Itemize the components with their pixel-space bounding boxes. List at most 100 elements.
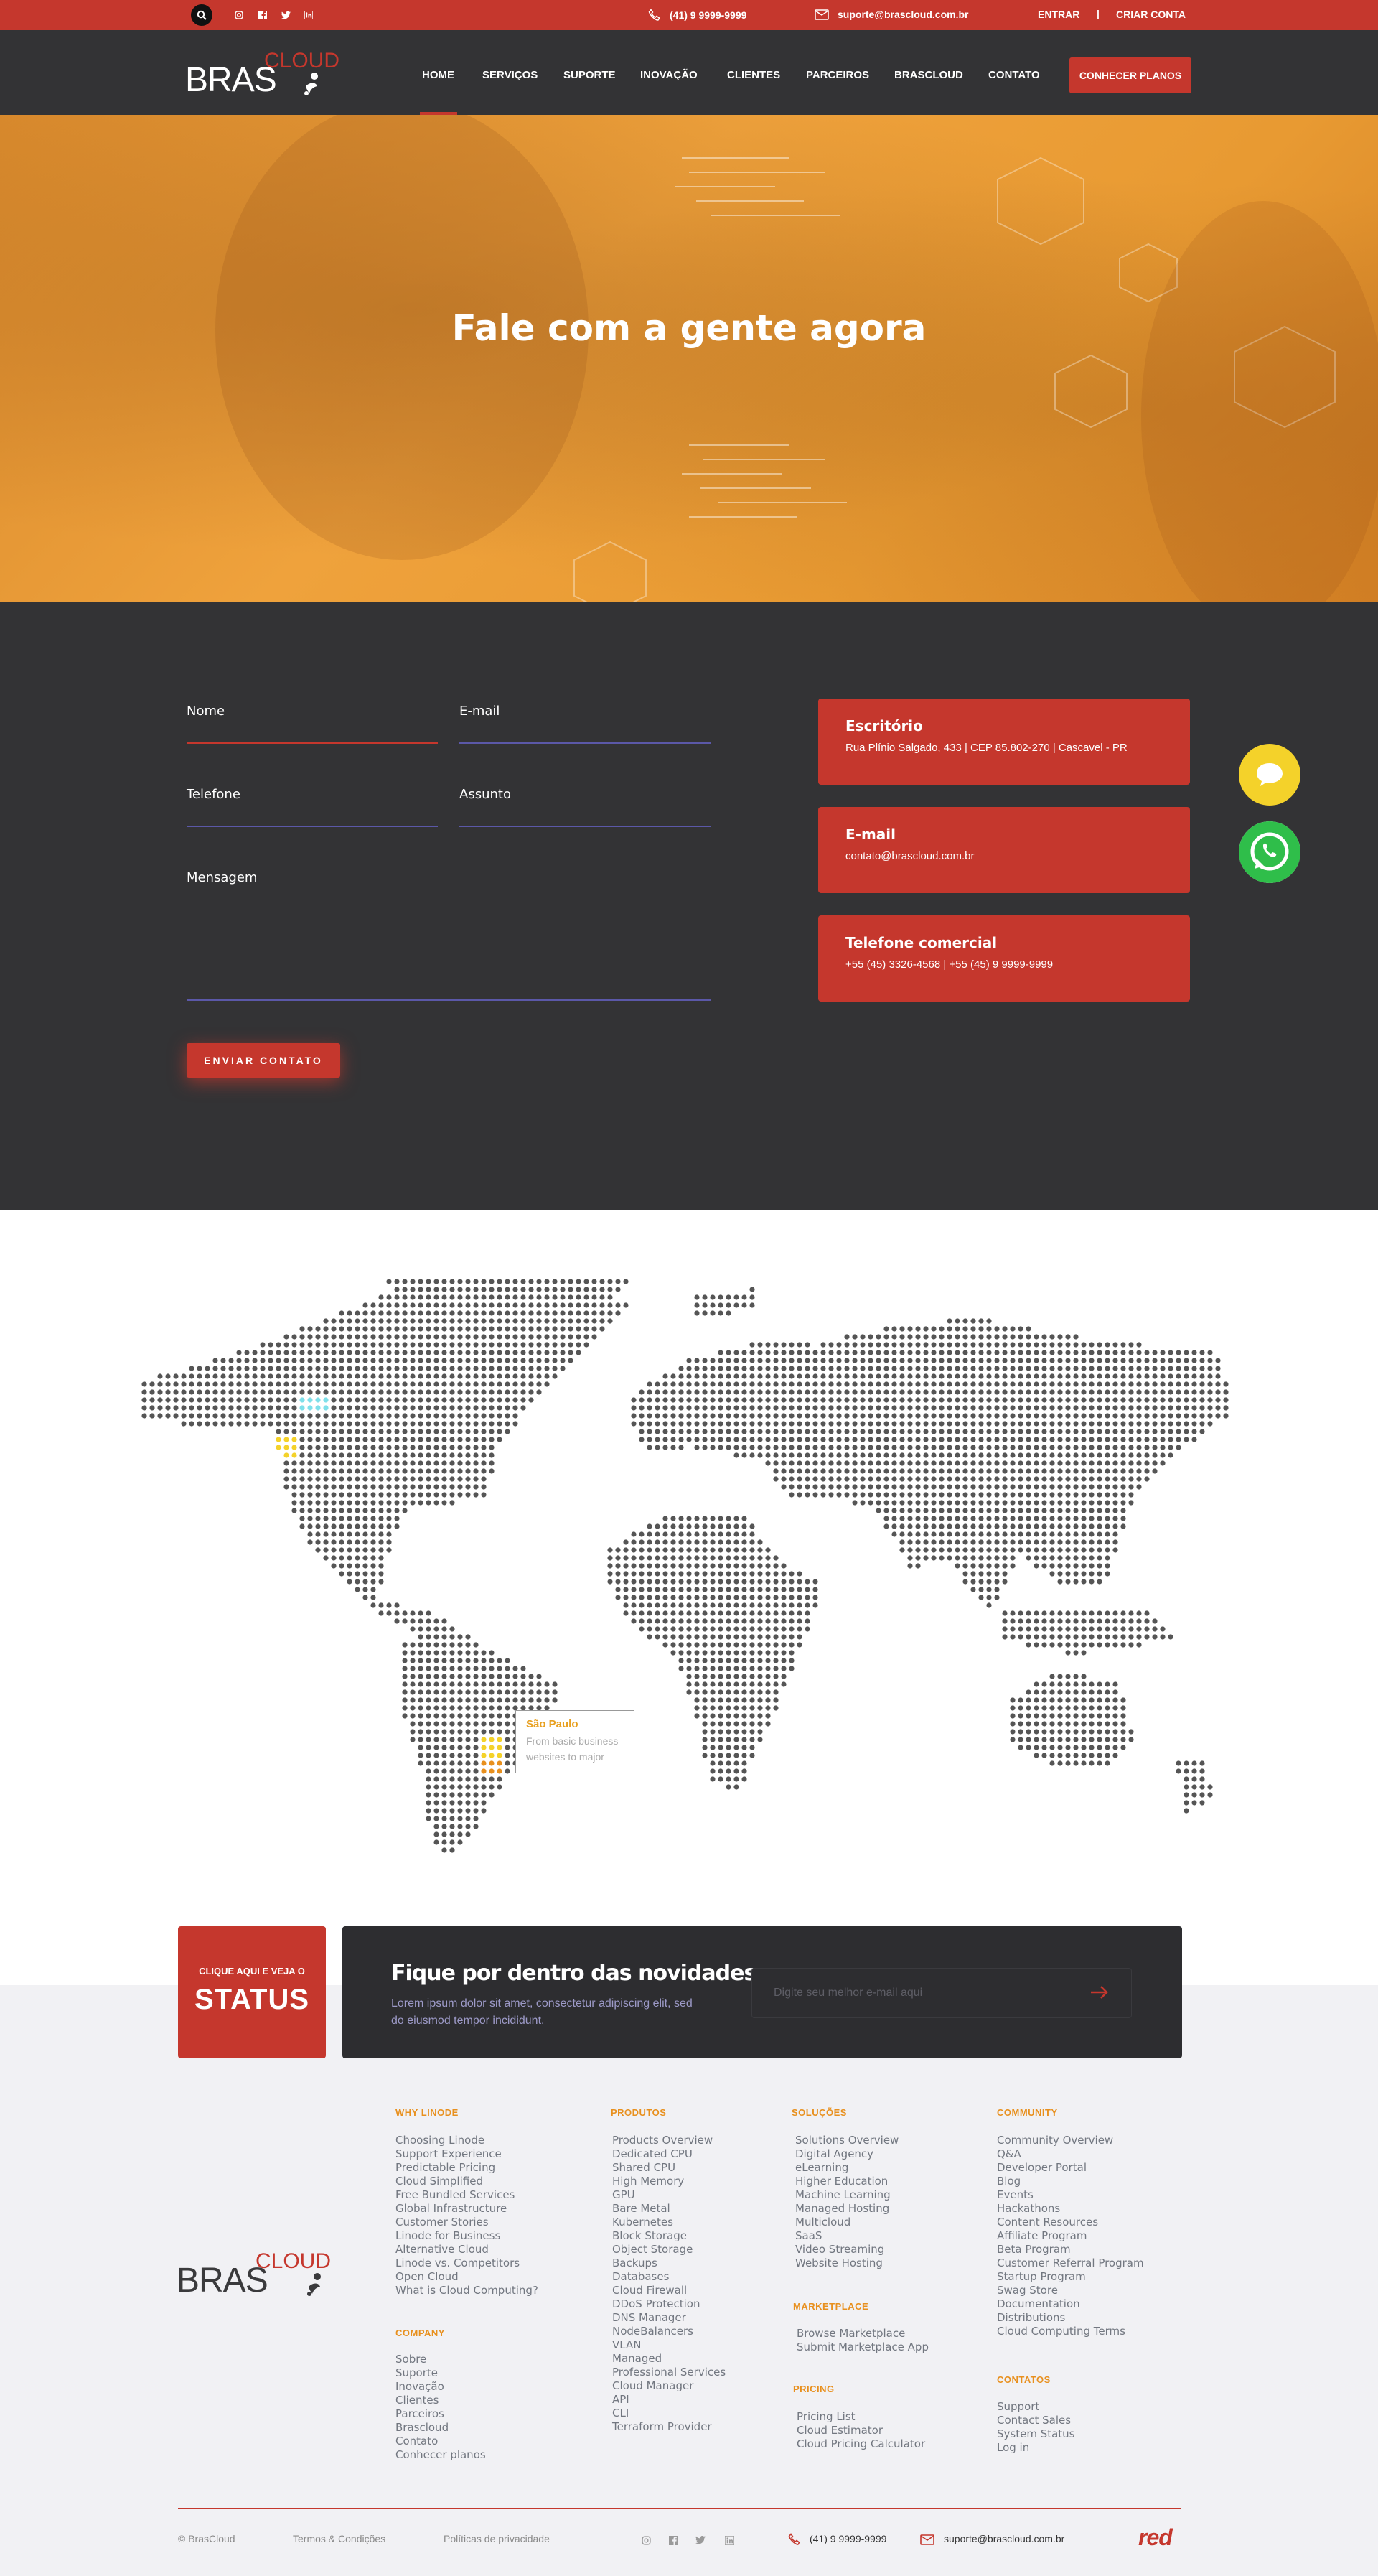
red-logo[interactable]: red xyxy=(1138,2524,1173,2551)
footer-products-link[interactable]: GPU xyxy=(612,2188,726,2202)
instagram-icon[interactable] xyxy=(233,9,245,21)
footer-products-link[interactable]: Backups xyxy=(612,2257,726,2270)
arrow-right-icon[interactable] xyxy=(1090,1985,1109,1999)
footer-pricing-link[interactable]: Pricing List xyxy=(797,2410,925,2424)
nav-inovacao[interactable]: INOVAÇÃO xyxy=(640,69,698,81)
footer-products-link[interactable]: Terraform Provider xyxy=(612,2420,726,2434)
footer-products-link[interactable]: Object Storage xyxy=(612,2243,726,2257)
footer-products-link[interactable]: Kubernetes xyxy=(612,2216,726,2229)
footer-community-link[interactable]: Hackathons xyxy=(997,2202,1144,2216)
message-field[interactable] xyxy=(187,999,711,1001)
footer-why-link[interactable]: Open Cloud xyxy=(395,2270,538,2284)
footer-solutions-link[interactable]: Video Streaming xyxy=(795,2243,899,2257)
footer-products-link[interactable]: Cloud Firewall xyxy=(612,2284,726,2297)
footer-community-link[interactable]: Events xyxy=(997,2188,1144,2202)
footer-community-link[interactable]: Community Overview xyxy=(997,2134,1144,2147)
footer-why-link[interactable]: Linode for Business xyxy=(395,2229,538,2243)
footer-pricing-link[interactable]: Cloud Estimator xyxy=(797,2424,925,2437)
newsletter-email-input[interactable] xyxy=(751,1968,1132,2018)
signup-link[interactable]: CRIAR CONTA xyxy=(1116,9,1186,20)
nav-brascloud[interactable]: BRASCLOUD xyxy=(894,69,963,81)
phone-card-text[interactable]: +55 (45) 3326-4568 | +55 (45) 9 9999-999… xyxy=(845,958,1163,971)
footer-solutions-link[interactable]: Managed Hosting xyxy=(795,2202,899,2216)
footer-products-link[interactable]: VLAN xyxy=(612,2338,726,2352)
footer-products-link[interactable]: Shared CPU xyxy=(612,2161,726,2175)
footer-why-link[interactable]: Free Bundled Services xyxy=(395,2188,538,2202)
footer-company-link[interactable]: Brascloud xyxy=(395,2421,486,2435)
footer-company-link[interactable]: Contato xyxy=(395,2435,486,2448)
footer-products-link[interactable]: Dedicated CPU xyxy=(612,2147,726,2161)
footer-products-link[interactable]: Products Overview xyxy=(612,2134,726,2147)
footer-community-link[interactable]: Beta Program xyxy=(997,2243,1144,2257)
footer-community-link[interactable]: Documentation xyxy=(997,2297,1144,2311)
chat-button[interactable] xyxy=(1239,744,1300,806)
footer-logo[interactable]: BRAS CLOUD xyxy=(177,2249,331,2301)
footer-company-link[interactable]: Suporte xyxy=(395,2366,486,2380)
footer-company-link[interactable]: Sobre xyxy=(395,2353,486,2366)
footer-marketplace-link[interactable]: Browse Marketplace xyxy=(797,2327,929,2341)
name-field[interactable] xyxy=(187,742,438,744)
footer-why-link[interactable]: What is Cloud Computing? xyxy=(395,2284,538,2297)
footer-products-link[interactable]: Databases xyxy=(612,2270,726,2284)
nav-suporte[interactable]: SUPORTE xyxy=(563,69,616,81)
footer-linkedin-icon[interactable] xyxy=(723,2534,735,2546)
facebook-icon[interactable] xyxy=(257,9,268,21)
footer-facebook-icon[interactable] xyxy=(667,2534,679,2546)
email-field[interactable] xyxy=(459,742,711,744)
footer-marketplace-link[interactable]: Submit Marketplace App xyxy=(797,2341,929,2354)
footer-community-link[interactable]: Cloud Computing Terms xyxy=(997,2325,1144,2338)
phone-field[interactable] xyxy=(187,826,438,827)
footer-community-link[interactable]: Customer Referral Program xyxy=(997,2257,1144,2270)
footer-why-link[interactable]: Global Infrastructure xyxy=(395,2202,538,2216)
privacy-link[interactable]: Políticas de privacidade xyxy=(444,2533,550,2544)
twitter-icon[interactable] xyxy=(280,9,291,21)
footer-why-link[interactable]: Support Experience xyxy=(395,2147,538,2161)
footer-contacts-link[interactable]: System Status xyxy=(997,2427,1075,2441)
footer-contacts-link[interactable]: Log in xyxy=(997,2441,1075,2455)
footer-pricing-link[interactable]: Cloud Pricing Calculator xyxy=(797,2437,925,2451)
nav-contato[interactable]: CONTATO xyxy=(988,69,1040,81)
footer-community-link[interactable]: Blog xyxy=(997,2175,1144,2188)
footer-why-link[interactable]: Alternative Cloud xyxy=(395,2243,538,2257)
footer-why-link[interactable]: Cloud Simplified xyxy=(395,2175,538,2188)
footer-products-link[interactable]: Managed xyxy=(612,2352,726,2366)
footer-solutions-link[interactable]: Multicloud xyxy=(795,2216,899,2229)
footer-twitter-icon[interactable] xyxy=(695,2534,706,2546)
topbar-email[interactable]: suporte@brascloud.com.br xyxy=(815,9,968,20)
footer-products-link[interactable]: CLI xyxy=(612,2407,726,2420)
whatsapp-button[interactable] xyxy=(1239,821,1300,883)
footer-solutions-link[interactable]: Solutions Overview xyxy=(795,2134,899,2147)
nav-home[interactable]: HOME xyxy=(422,69,454,81)
footer-products-link[interactable]: Professional Services xyxy=(612,2366,726,2379)
linkedin-icon[interactable] xyxy=(303,9,314,21)
footer-why-link[interactable]: Choosing Linode xyxy=(395,2134,538,2147)
footer-community-link[interactable]: Content Resources xyxy=(997,2216,1144,2229)
footer-community-link[interactable]: Affiliate Program xyxy=(997,2229,1144,2243)
footer-products-link[interactable]: Bare Metal xyxy=(612,2202,726,2216)
footer-community-link[interactable]: Startup Program xyxy=(997,2270,1144,2284)
footer-products-link[interactable]: NodeBalancers xyxy=(612,2325,726,2338)
search-button[interactable] xyxy=(191,4,212,26)
footer-products-link[interactable]: DNS Manager xyxy=(612,2311,726,2325)
footer-products-link[interactable]: High Memory xyxy=(612,2175,726,2188)
footer-products-link[interactable]: Block Storage xyxy=(612,2229,726,2243)
nav-servicos[interactable]: SERVIÇOS xyxy=(482,69,538,81)
footer-community-link[interactable]: Q&A xyxy=(997,2147,1144,2161)
footer-phone[interactable]: (41) 9 9999-9999 xyxy=(810,2533,886,2544)
topbar-phone[interactable]: (41) 9 9999-9999 xyxy=(648,9,746,22)
logo[interactable]: BRAS CLOUD xyxy=(185,49,339,101)
footer-products-link[interactable]: DDoS Protection xyxy=(612,2297,726,2311)
footer-solutions-link[interactable]: Machine Learning xyxy=(795,2188,899,2202)
footer-contacts-link[interactable]: Support xyxy=(997,2400,1075,2414)
footer-products-link[interactable]: Cloud Manager xyxy=(612,2379,726,2393)
enviar-contato-button[interactable]: ENVIAR CONTATO xyxy=(187,1043,340,1078)
footer-community-link[interactable]: Developer Portal xyxy=(997,2161,1144,2175)
footer-solutions-link[interactable]: eLearning xyxy=(795,2161,899,2175)
footer-solutions-link[interactable]: Website Hosting xyxy=(795,2257,899,2270)
footer-email[interactable]: suporte@brascloud.com.br xyxy=(944,2533,1064,2544)
terms-link[interactable]: Termos & Condições xyxy=(293,2533,385,2544)
footer-company-link[interactable]: Parceiros xyxy=(395,2407,486,2421)
footer-contacts-link[interactable]: Contact Sales xyxy=(997,2414,1075,2427)
footer-community-link[interactable]: Swag Store xyxy=(997,2284,1144,2297)
footer-solutions-link[interactable]: SaaS xyxy=(795,2229,899,2243)
